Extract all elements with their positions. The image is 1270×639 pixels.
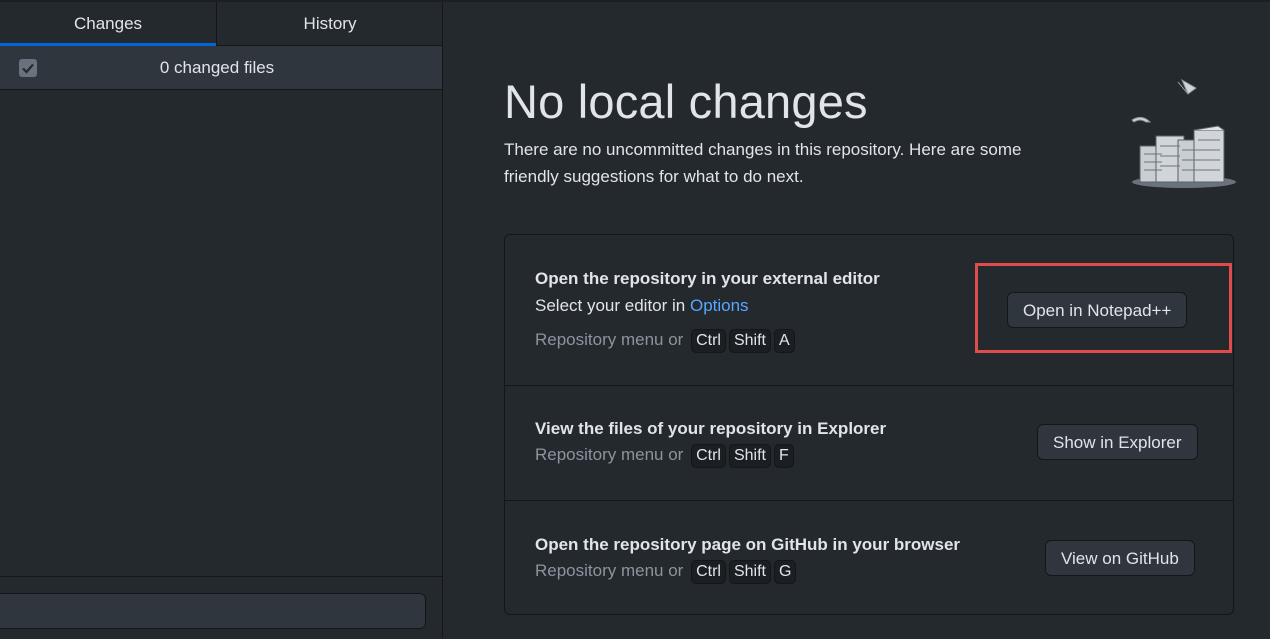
tab-changes[interactable]: Changes xyxy=(0,2,217,46)
changed-files-count: 0 changed files xyxy=(159,58,275,77)
shortcut-prefix: Repository menu or xyxy=(535,561,684,580)
show-in-explorer-button[interactable]: Show in Explorer xyxy=(1037,424,1198,460)
key-shift: Shift xyxy=(728,329,771,353)
key-a: A xyxy=(773,329,795,353)
key-shift: Shift xyxy=(728,444,771,468)
page-title: No local changes xyxy=(504,75,868,128)
commit-area xyxy=(0,576,442,639)
keyboard-shortcut-hint: Repository menu or Ctrl Shift A xyxy=(535,329,795,353)
no-changes-view: No local changes There are no uncommitte… xyxy=(444,2,1270,638)
tab-history[interactable]: History xyxy=(217,2,443,45)
suggestion-view-github: Open the repository page on GitHub in yo… xyxy=(505,500,1233,614)
annotation-highlight-box xyxy=(975,263,1232,353)
paper-stack-illustration xyxy=(1131,78,1236,188)
keyboard-shortcut-hint: Repository menu or Ctrl Shift F xyxy=(535,444,794,468)
commit-summary-input[interactable] xyxy=(0,593,426,629)
suggestion-open-editor: Open the repository in your external edi… xyxy=(505,235,1233,386)
suggestion-title: Open the repository in your external edi… xyxy=(535,269,880,288)
key-ctrl: Ctrl xyxy=(691,329,726,353)
options-link[interactable]: Options xyxy=(690,296,749,315)
suggestion-show-explorer: View the files of your repository in Exp… xyxy=(505,385,1233,501)
keyboard-shortcut-hint: Repository menu or Ctrl Shift G xyxy=(535,560,797,584)
sidebar-tab-bar: Changes History xyxy=(0,2,443,46)
shortcut-prefix: Repository menu or xyxy=(535,445,684,464)
tab-changes-label: Changes xyxy=(73,14,143,33)
suggestion-title: Open the repository page on GitHub in yo… xyxy=(535,535,961,554)
suggestion-title: View the files of your repository in Exp… xyxy=(535,419,887,438)
changes-sidebar: Changes History 0 changed files xyxy=(0,2,443,639)
key-g: G xyxy=(773,560,797,584)
key-ctrl: Ctrl xyxy=(691,444,726,468)
key-shift: Shift xyxy=(728,560,771,584)
view-on-github-button[interactable]: View on GitHub xyxy=(1045,540,1195,576)
page-subtitle: There are no uncommitted changes in this… xyxy=(504,140,1022,186)
suggestion-description: Select your editor in Options xyxy=(535,296,749,316)
shortcut-prefix: Repository menu or xyxy=(535,330,684,349)
changes-list-header: 0 changed files xyxy=(0,46,442,90)
description-text: Select your editor in xyxy=(535,296,690,315)
tab-history-label: History xyxy=(303,14,357,33)
key-ctrl: Ctrl xyxy=(691,560,726,584)
suggestions-panel: Open the repository in your external edi… xyxy=(504,234,1234,615)
key-f: F xyxy=(773,444,794,468)
